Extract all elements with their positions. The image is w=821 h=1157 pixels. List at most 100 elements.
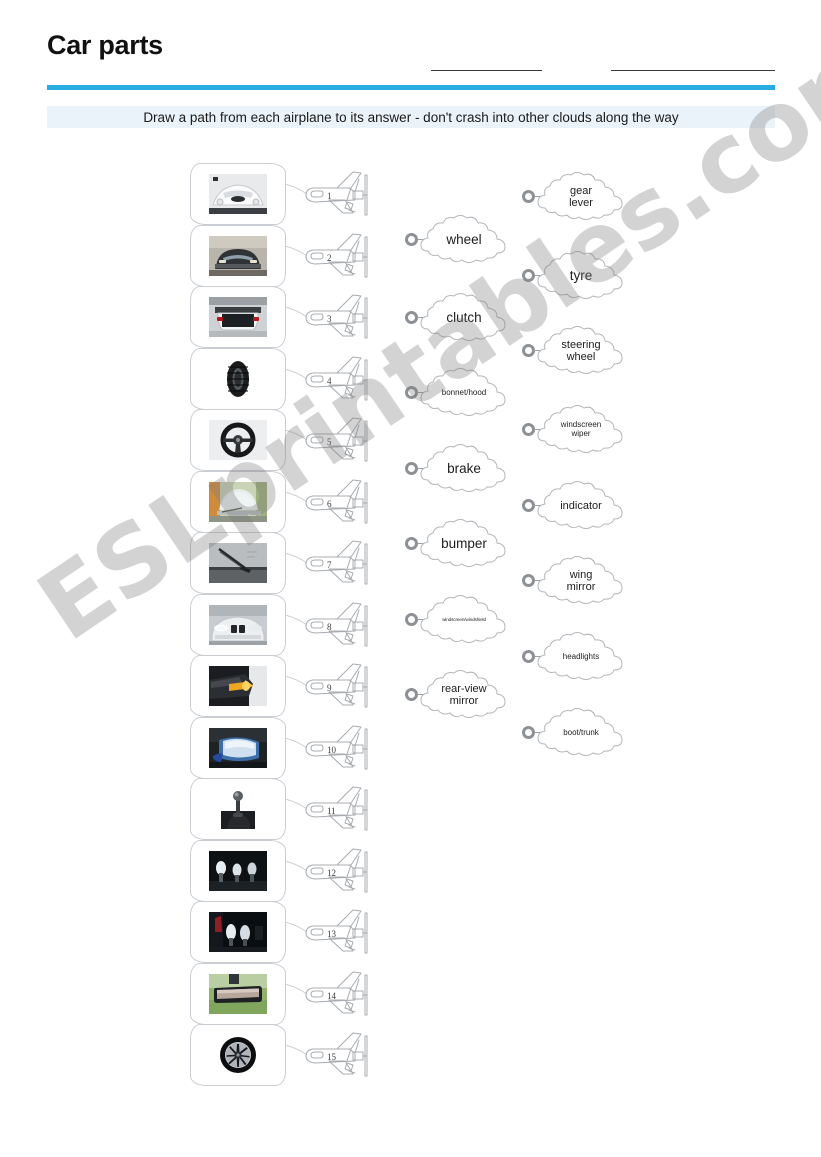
question-number: 1: [327, 191, 332, 201]
airplane-icon-10[interactable]: [303, 723, 377, 775]
airplane-icon-4[interactable]: [303, 354, 377, 406]
photo-card-8: [190, 593, 286, 656]
question-row: 9: [185, 655, 400, 717]
airplane-icon-14[interactable]: [303, 969, 377, 1021]
cloud-connector-dot[interactable]: [405, 537, 418, 550]
airplane-icon-13[interactable]: [303, 907, 377, 959]
photo-card-6: [190, 470, 286, 533]
answer-cloud-left-1[interactable]: clutch: [405, 290, 509, 346]
question-number: 13: [327, 929, 336, 939]
airplane-icon-6[interactable]: [303, 477, 377, 529]
airplane-icon-7[interactable]: [303, 538, 377, 590]
answer-cloud-right-1[interactable]: tyre: [522, 248, 626, 304]
question-row: 14: [185, 962, 400, 1025]
question-number: 11: [327, 806, 336, 816]
cloud-label: tyre: [569, 268, 593, 284]
cloud-label: gear lever: [569, 184, 593, 209]
car-part-photo-3: [209, 297, 267, 337]
watermark: ESLprintables.com: [0, 0, 821, 1157]
airplane-icon-3[interactable]: [303, 292, 377, 344]
airplane-icon-2[interactable]: [303, 231, 377, 283]
cloud-label: indicator: [560, 499, 602, 512]
answer-cloud-right-7[interactable]: boot/trunk: [522, 705, 626, 761]
cloud-connector-dot[interactable]: [405, 311, 418, 324]
cloud-connector-dot[interactable]: [522, 650, 535, 663]
airplane-icon-5[interactable]: [303, 415, 377, 467]
answer-cloud-right-0[interactable]: gear lever: [522, 169, 626, 225]
question-number: 2: [327, 252, 332, 263]
cloud-connector-dot[interactable]: [405, 688, 418, 701]
airplane-icon-12[interactable]: [303, 846, 377, 898]
cloud-connector-dot[interactable]: [522, 574, 535, 587]
answer-cloud-left-4[interactable]: bumper: [405, 516, 509, 572]
car-part-photo-6: [209, 481, 267, 522]
cloud-connector-dot[interactable]: [522, 269, 535, 282]
cloud-label: rear-view mirror: [441, 682, 487, 707]
photo-card-4: [190, 347, 286, 410]
car-part-photo-13: [209, 912, 267, 952]
name-blank-line[interactable]: [431, 70, 542, 71]
cloud-label: wing mirror: [566, 568, 596, 593]
airplane-icon-15[interactable]: [303, 1030, 377, 1082]
cloud-label: bumper: [441, 536, 487, 552]
answer-cloud-right-5[interactable]: wing mirror: [522, 553, 626, 609]
photo-card-13: [190, 901, 286, 963]
question-number: 7: [327, 560, 332, 570]
cloud-connector-dot[interactable]: [522, 726, 535, 739]
answer-cloud-left-3[interactable]: brake: [405, 441, 509, 497]
question-row: 15: [185, 1024, 400, 1086]
airplane-icon-8[interactable]: [303, 600, 377, 652]
car-part-photo-8: [209, 604, 267, 645]
photo-card-7: [190, 532, 286, 594]
question-number: 3: [327, 314, 332, 324]
car-part-photo-2: [209, 235, 267, 276]
answer-cloud-left-6[interactable]: rear-view mirror: [405, 667, 509, 723]
car-part-photo-7: [209, 543, 267, 583]
answer-cloud-right-2[interactable]: steering wheel: [522, 323, 626, 379]
question-row: 11: [185, 778, 400, 840]
answer-cloud-right-3[interactable]: windscreen wiper: [522, 402, 626, 458]
airplane-icon-1[interactable]: [303, 169, 377, 221]
car-part-photo-15: [209, 1035, 267, 1075]
answer-cloud-right-4[interactable]: indicator: [522, 478, 626, 534]
cloud-connector-dot[interactable]: [405, 462, 418, 475]
question-row: 7: [185, 532, 400, 594]
accent-rule: [47, 85, 775, 90]
question-number: 12: [327, 867, 336, 878]
photo-card-14: [190, 962, 286, 1025]
answer-cloud-left-0[interactable]: wheel: [405, 212, 509, 268]
date-blank-line[interactable]: [611, 70, 775, 71]
cloud-connector-dot[interactable]: [522, 499, 535, 512]
airplane-icon-9[interactable]: [303, 661, 377, 713]
car-part-photo-5: [209, 420, 267, 460]
photo-card-1: [190, 163, 286, 225]
car-part-photo-1: [209, 174, 267, 214]
cloud-connector-dot[interactable]: [405, 386, 418, 399]
question-number: 8: [327, 621, 332, 632]
cloud-connector-dot[interactable]: [522, 344, 535, 357]
cloud-connector-dot[interactable]: [522, 423, 535, 436]
question-row: 10: [185, 716, 400, 779]
answer-cloud-right-6[interactable]: headlights: [522, 629, 626, 685]
photo-card-3: [190, 286, 286, 348]
airplane-icon-11[interactable]: [303, 784, 377, 836]
car-part-photo-11: [209, 789, 267, 829]
question-number: 9: [327, 683, 332, 693]
question-row: 1: [185, 163, 400, 225]
answer-cloud-left-5[interactable]: windscreen/windshield: [405, 592, 509, 648]
photo-card-11: [190, 778, 286, 840]
question-number: 10: [327, 744, 336, 755]
answer-cloud-left-2[interactable]: bonnet/hood: [405, 365, 509, 421]
cloud-label: wheel: [446, 232, 482, 248]
car-part-photo-10: [209, 727, 267, 768]
question-number: 15: [327, 1052, 336, 1062]
photo-card-10: [190, 716, 286, 779]
cloud-label: bonnet/hood: [441, 387, 487, 397]
cloud-connector-dot[interactable]: [405, 613, 418, 626]
cloud-label: steering wheel: [561, 338, 601, 363]
cloud-connector-dot[interactable]: [405, 233, 418, 246]
cloud-connector-dot[interactable]: [522, 190, 535, 203]
question-row: 8: [185, 593, 400, 656]
question-row: 4: [185, 347, 400, 410]
question-row: 5: [185, 409, 400, 471]
